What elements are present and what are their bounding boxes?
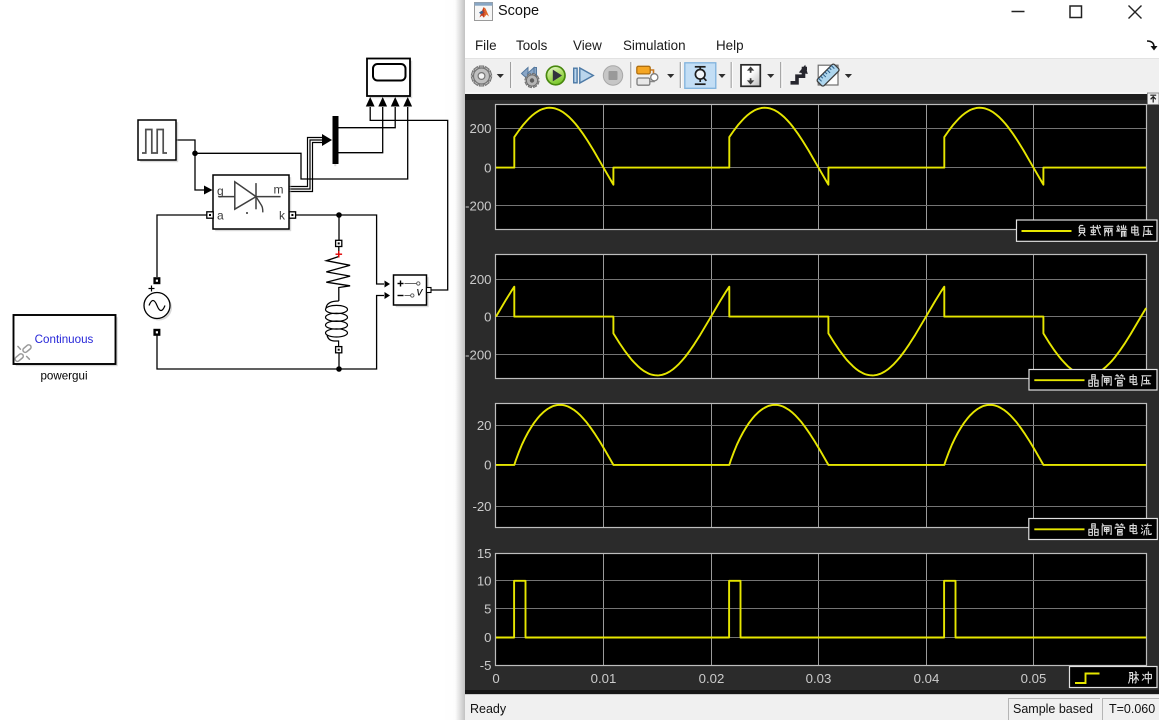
svg-text:15: 15 [477,546,492,561]
svg-text:0.05: 0.05 [1021,671,1047,686]
svg-text:0: 0 [484,458,491,473]
svg-text:v: v [417,285,424,299]
svg-text:10: 10 [477,574,492,589]
svg-text:-5: -5 [480,658,492,673]
svg-text:0: 0 [484,160,491,175]
svg-text:powergui: powergui [40,370,87,383]
svg-text:0: 0 [484,309,491,324]
svg-text:-20: -20 [472,499,491,514]
svg-text:Continuous: Continuous [35,333,94,346]
svg-text:200: 200 [469,272,491,287]
svg-text:200: 200 [469,121,491,136]
svg-text:0.04: 0.04 [914,671,940,686]
svg-text:5: 5 [484,601,491,616]
svg-text:0.02: 0.02 [699,671,725,686]
svg-text:-200: -200 [465,198,491,213]
svg-text:g: g [217,184,224,198]
svg-text:0: 0 [484,630,491,645]
svg-text:-200: -200 [465,348,491,363]
svg-text:a: a [217,209,224,223]
svg-text:m: m [274,183,284,197]
svg-text:0: 0 [492,671,499,686]
svg-text:0.03: 0.03 [806,671,832,686]
svg-text:k: k [279,209,286,223]
svg-text:0.01: 0.01 [591,671,617,686]
svg-text:20: 20 [477,418,492,433]
